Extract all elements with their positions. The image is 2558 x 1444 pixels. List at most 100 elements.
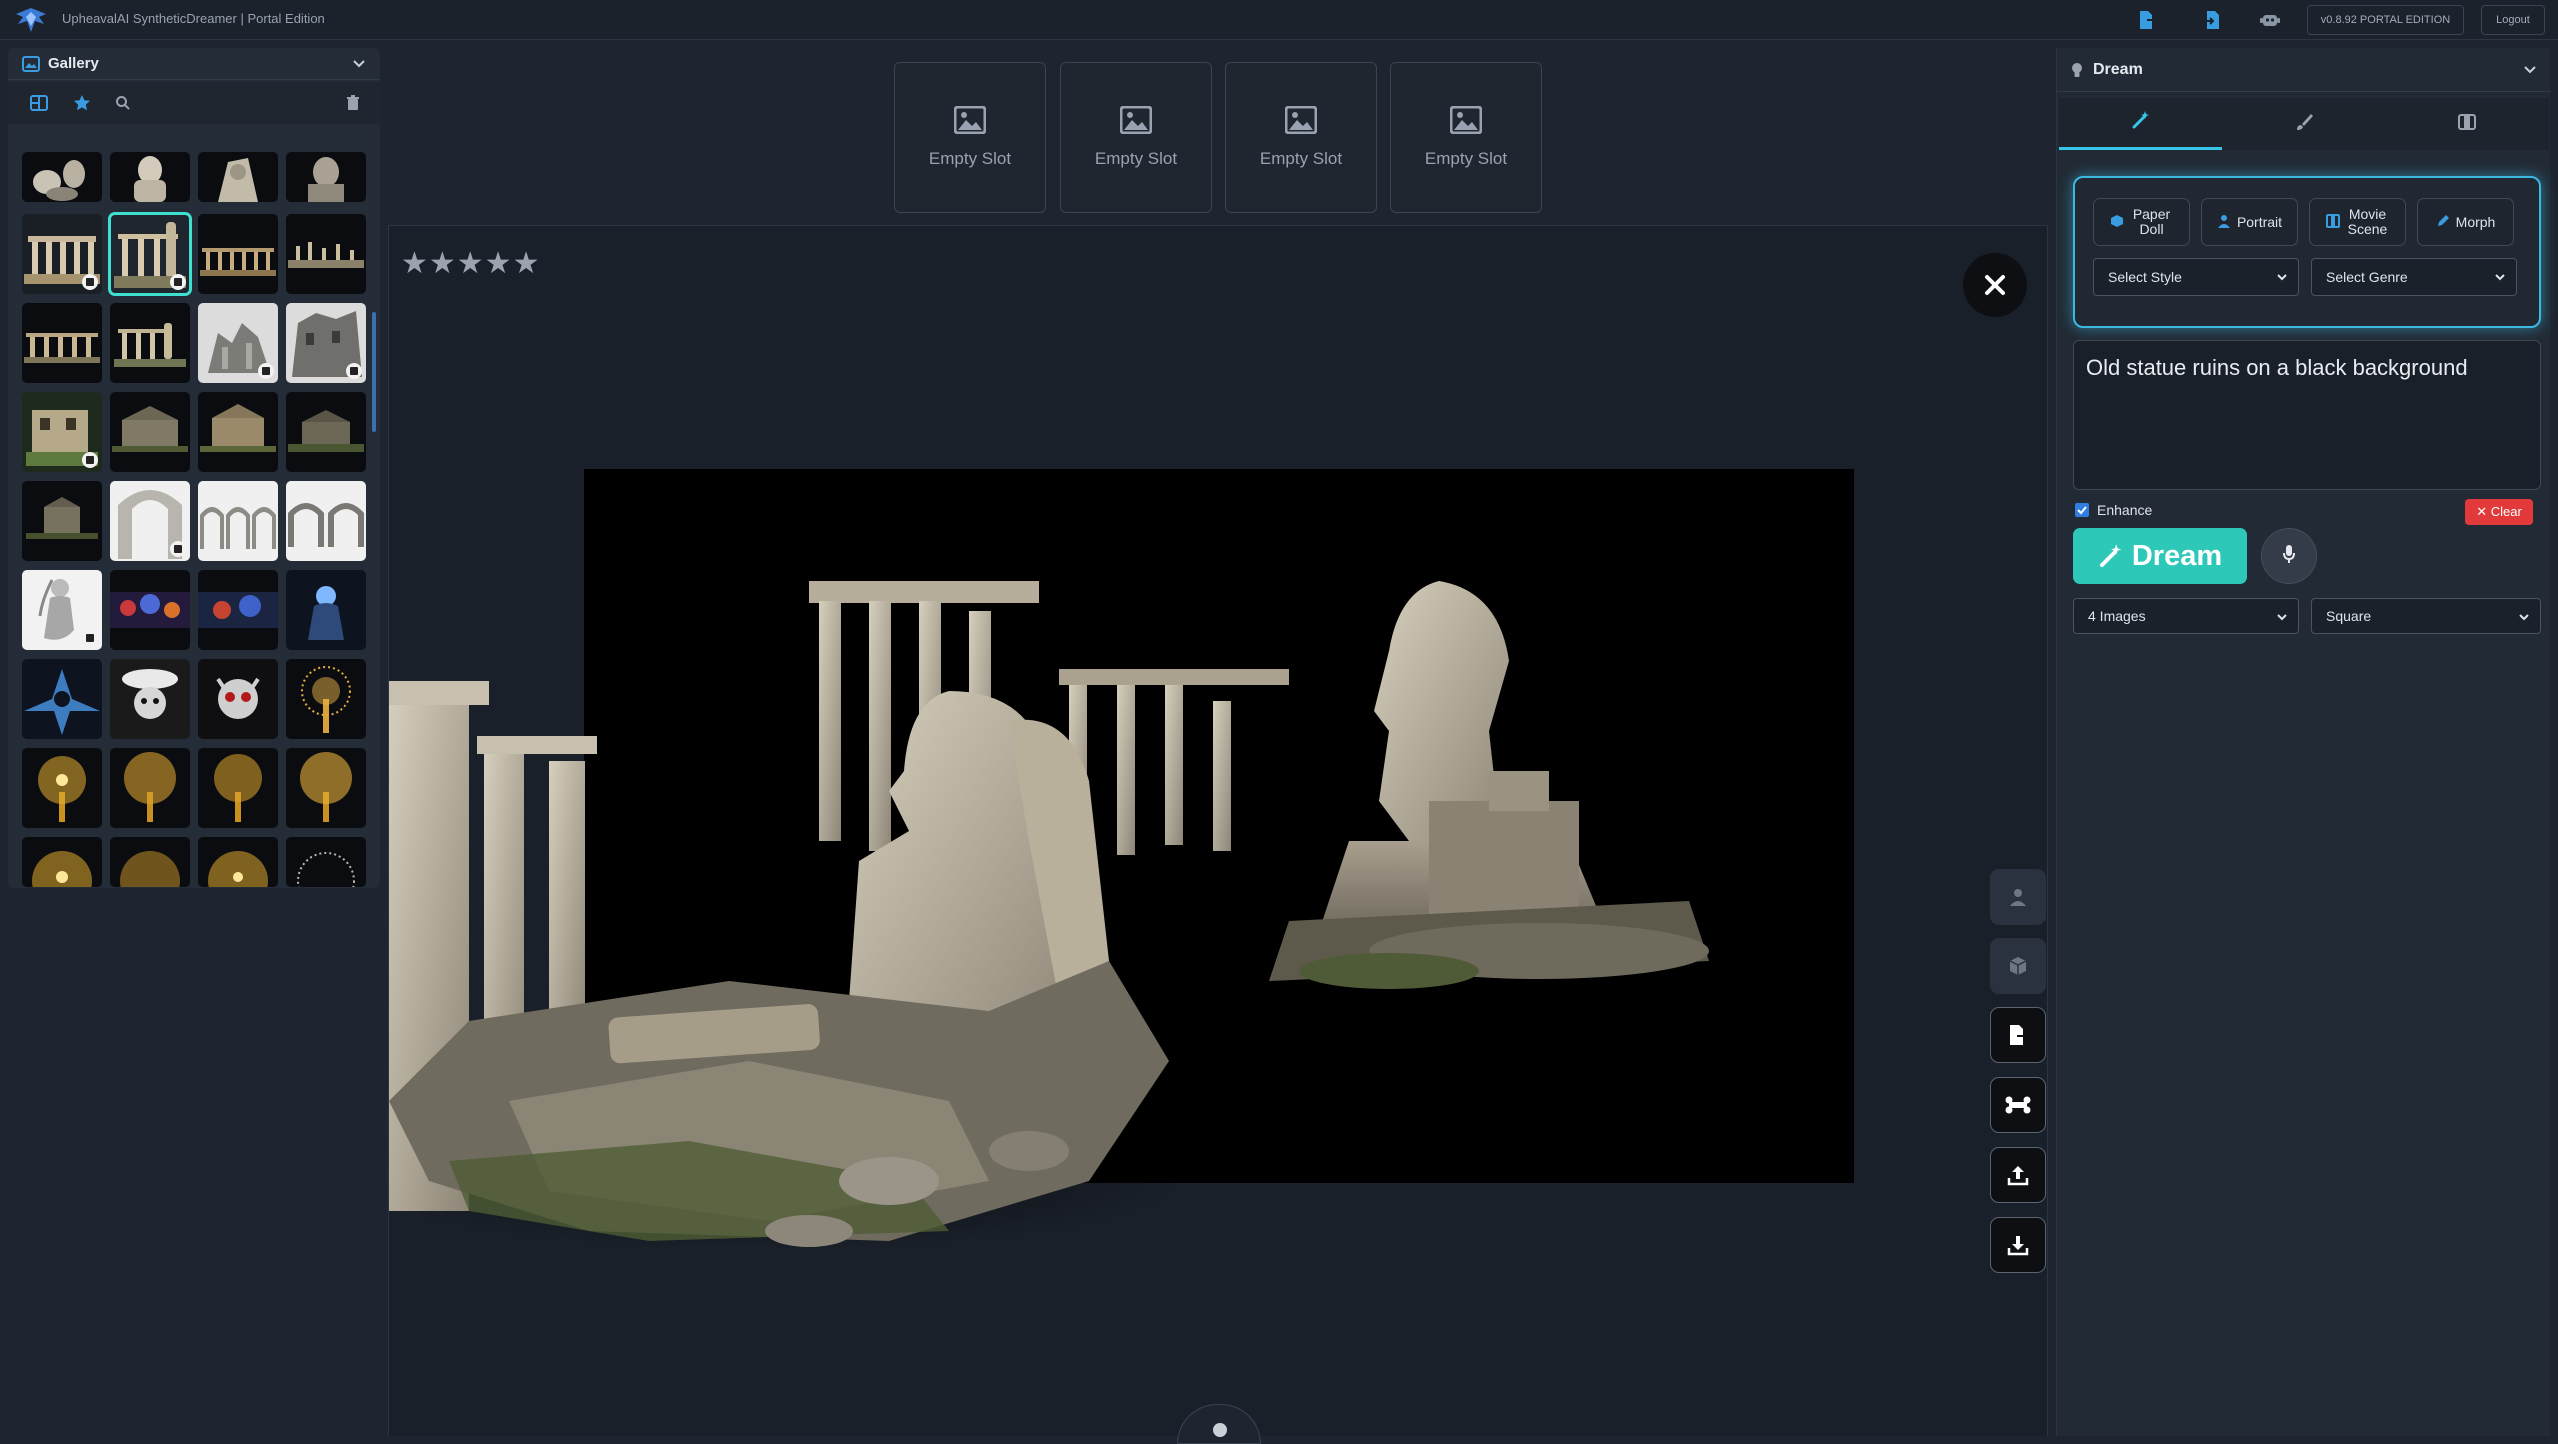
tab-movie[interactable] [2385,98,2548,150]
thumbnail-selected[interactable] [108,212,192,296]
clear-button[interactable]: ✕ Clear [2465,499,2533,525]
mode-label: Morph [2455,213,2496,230]
version-badge: v0.8.92 PORTAL EDITION [2307,5,2464,35]
bone-icon[interactable] [1990,1077,2046,1133]
thumbnail[interactable] [198,748,278,828]
image-slot-1[interactable]: Empty Slot [894,62,1046,213]
paper-doll-button[interactable]: Paper Doll [2093,198,2190,246]
thumbnail[interactable] [286,481,366,561]
thumbnail[interactable] [110,392,190,472]
thumbnail[interactable] [110,748,190,828]
gallery-title: Gallery [48,55,99,72]
chevron-down-icon [2518,610,2530,626]
thumbnail[interactable] [22,837,102,887]
trash-icon[interactable] [342,92,364,114]
image-slot-3[interactable]: Empty Slot [1225,62,1377,213]
thumbnail[interactable] [22,659,102,739]
slot-label: Empty Slot [1424,149,1508,168]
export-file-button[interactable] [1990,1007,2046,1063]
slot-label: Empty Slot [928,149,1012,168]
chevron-down-icon[interactable] [2523,63,2537,82]
thumbnail[interactable] [198,392,278,472]
thumbnail[interactable] [286,392,366,472]
thumbnail[interactable] [22,303,102,383]
thumbnail[interactable] [110,481,190,561]
image-viewer: ★★★★★ [388,225,2048,1444]
tab-paint[interactable] [2222,98,2385,150]
scrollbar-thumb[interactable] [372,312,376,432]
thumbnail[interactable] [110,152,190,202]
download-button[interactable] [1990,1217,2046,1273]
thumbnail[interactable] [22,392,102,472]
enhance-toggle[interactable]: Enhance [2075,498,2152,522]
image-count-select[interactable]: 4 Images [2073,598,2299,634]
top-bar: UpheavalAI SyntheticDreamer | Portal Edi… [0,0,2558,40]
aspect-ratio-select[interactable]: Square [2311,598,2541,634]
bottom-drawer-handle[interactable] [1177,1404,1261,1444]
thumbnail[interactable] [198,837,278,887]
thumbnail[interactable] [198,303,278,383]
thumbnail[interactable] [286,748,366,828]
image-icon [953,105,987,139]
cube-icon[interactable] [1990,938,2046,994]
search-icon[interactable] [112,92,134,114]
thumbnail[interactable] [22,152,102,202]
thumbnail[interactable] [22,214,102,294]
tab-generate[interactable] [2059,98,2222,150]
close-button[interactable] [1963,253,2027,317]
morph-button[interactable]: Morph [2417,198,2514,246]
star-icon[interactable] [71,92,93,114]
thumbnail[interactable] [198,570,278,650]
thumbnail[interactable] [22,481,102,561]
robot-icon[interactable] [2257,7,2283,33]
thumbnail[interactable] [198,481,278,561]
image-icon [1449,105,1483,139]
film-icon [2325,213,2340,231]
prompt-textarea[interactable]: Old statue ruins on a black background [2073,340,2541,490]
thumbnail[interactable] [286,659,366,739]
thumbnail[interactable] [198,659,278,739]
thumbnail[interactable] [110,303,190,383]
thumbnail[interactable] [286,303,366,383]
logout-button[interactable]: Logout [2481,5,2545,35]
dream-panel: Dream Paper Doll Portrait Movie Scene Mo… [2056,48,2551,1436]
gallery-scrollbar[interactable] [372,152,376,882]
brush-icon [2294,112,2314,137]
thumbnail[interactable] [286,837,366,887]
image-slot-2[interactable]: Empty Slot [1060,62,1212,213]
thumbnail[interactable] [198,152,278,202]
thumbnail[interactable] [110,570,190,650]
thumbnail[interactable] [198,214,278,294]
microphone-button[interactable] [2261,528,2317,584]
app-title: UpheavalAI SyntheticDreamer | Portal Edi… [62,11,325,26]
enhance-label: Enhance [2097,502,2153,518]
thumbnail[interactable] [110,837,190,887]
upheaval-logo-icon[interactable] [14,4,48,36]
export-file-icon[interactable] [2134,7,2160,33]
movie-scene-button[interactable]: Movie Scene [2309,198,2406,246]
style-select[interactable]: Select Style [2093,258,2299,296]
dream-tabs [2059,98,2549,150]
dream-header[interactable]: Dream [2057,48,2551,92]
thumbnail[interactable] [22,748,102,828]
genre-select[interactable]: Select Genre [2311,258,2517,296]
chevron-down-icon[interactable] [352,57,366,76]
image-slot-4[interactable]: Empty Slot [1390,62,1542,213]
portrait-button[interactable]: Portrait [2201,198,2298,246]
import-file-icon[interactable] [2200,7,2226,33]
thumbnail[interactable] [22,570,102,650]
slot-label: Empty Slot [1094,149,1178,168]
upload-button[interactable] [1990,1147,2046,1203]
dream-button[interactable]: Dream [2073,528,2247,584]
thumbnail[interactable] [110,659,190,739]
grid-icon[interactable] [28,92,50,114]
person-icon[interactable] [1990,869,2046,925]
enhance-checkbox[interactable] [2075,503,2089,517]
star-rating[interactable]: ★★★★★ [401,246,540,281]
thumbnail[interactable] [286,214,366,294]
mode-selector-box: Paper Doll Portrait Movie Scene Morph Se… [2073,176,2541,328]
gallery-header[interactable]: Gallery [8,48,380,80]
thumbnail[interactable] [286,152,366,202]
pencil-icon [2436,214,2450,231]
thumbnail[interactable] [286,570,366,650]
